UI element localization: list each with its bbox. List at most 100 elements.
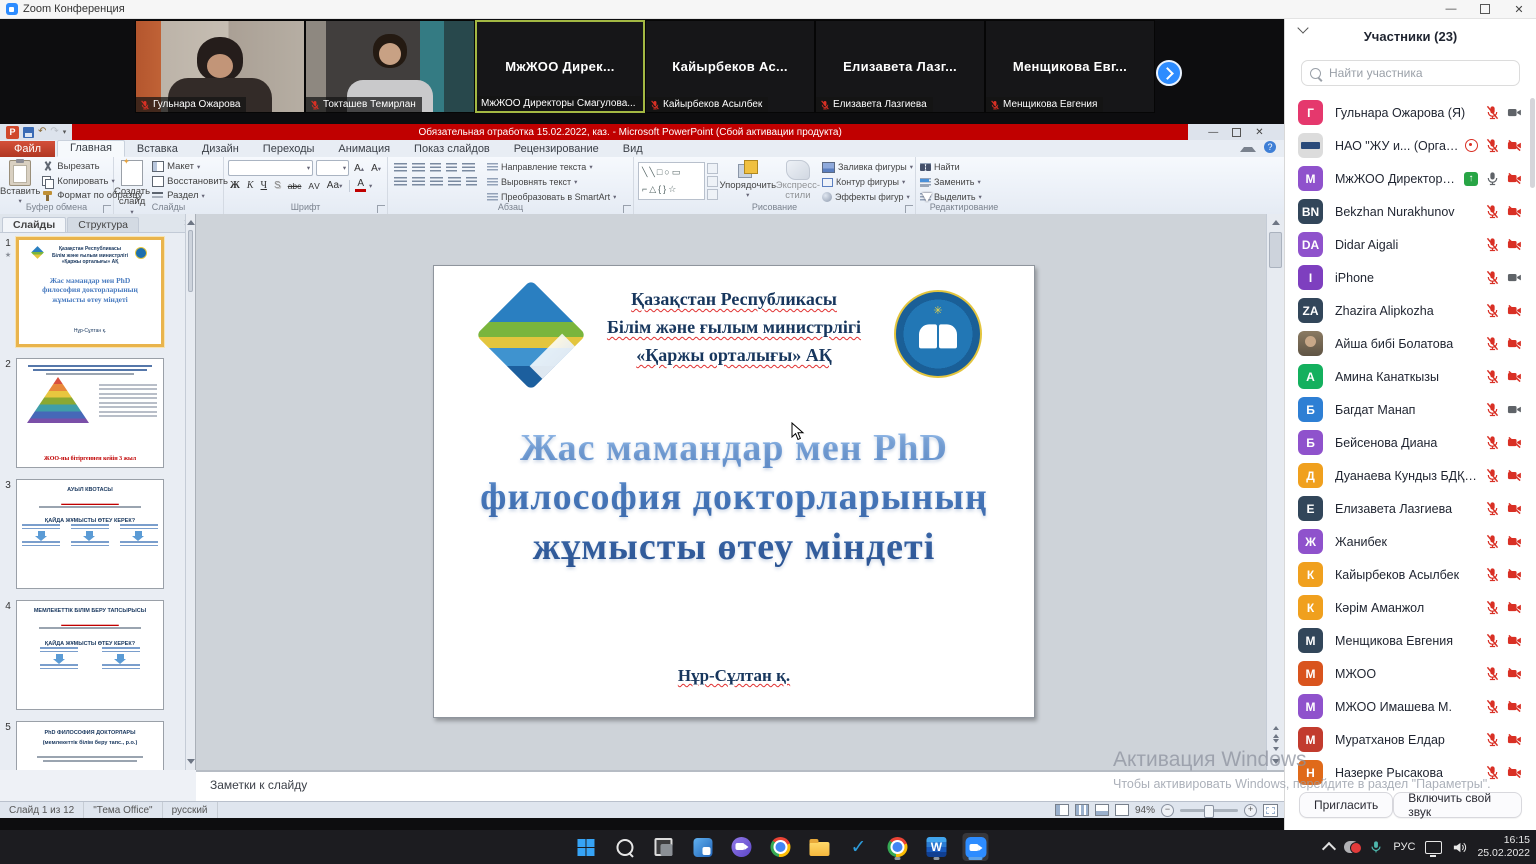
tray-overflow-icon[interactable]: [1322, 842, 1336, 856]
ribbon-tab[interactable]: Вид: [611, 141, 655, 157]
scroll-thumb[interactable]: [1269, 232, 1282, 268]
participant-row[interactable]: ККайырбеков Асылбек: [1285, 558, 1536, 591]
grow-font-button[interactable]: А▴: [352, 163, 366, 174]
layout-button[interactable]: Макет▾: [152, 160, 228, 173]
ribbon-collapse-icon[interactable]: [1240, 142, 1256, 152]
fit-to-window-icon[interactable]: [1263, 804, 1278, 817]
align-center-icon[interactable]: [412, 177, 425, 187]
ribbon-tab[interactable]: Дизайн: [190, 141, 251, 157]
justify-icon[interactable]: [448, 177, 461, 187]
participant-row[interactable]: ЕЕлизавета Лазгиева: [1285, 492, 1536, 525]
strikethrough-button[interactable]: abc: [286, 181, 304, 191]
network-icon[interactable]: [1425, 841, 1442, 854]
ribbon-tab[interactable]: Анимация: [326, 141, 402, 157]
qat-dropdown-icon[interactable]: ▾: [63, 128, 67, 136]
dialog-launcher-icon[interactable]: [905, 205, 913, 213]
invite-button[interactable]: Пригласить: [1299, 792, 1393, 818]
reading-view-icon[interactable]: [1095, 804, 1109, 816]
slide-sorter-icon[interactable]: [1075, 804, 1089, 816]
maximize-button[interactable]: [1468, 0, 1502, 18]
video-tile[interactable]: Токташев Темирлан: [305, 20, 475, 113]
taskview-icon[interactable]: [650, 833, 676, 861]
undo-icon[interactable]: ↶: [38, 127, 46, 137]
vertical-scrollbar[interactable]: [1266, 214, 1284, 770]
numbering-icon[interactable]: [412, 163, 425, 173]
text-direction-button[interactable]: Направление текста▾: [487, 161, 616, 173]
participant-row[interactable]: ДДуанаева Кундыз БДҚ-411: [1285, 459, 1536, 492]
check-icon[interactable]: ✓: [845, 833, 871, 861]
video-tile[interactable]: Кайырбеков Ас...Кайырбеков Асылбек: [645, 20, 815, 113]
ribbon-tab[interactable]: Переходы: [251, 141, 327, 157]
ppt-restore-button[interactable]: [1232, 128, 1241, 137]
ribbon-tab[interactable]: Рецензирование: [502, 141, 611, 157]
dialog-launcher-icon[interactable]: [623, 205, 631, 213]
reset-button[interactable]: Восстановить: [152, 175, 228, 188]
scroll-down-icon[interactable]: [1267, 754, 1284, 770]
ppt-minimize-button[interactable]: —: [1208, 127, 1218, 138]
chrome2-icon[interactable]: [884, 833, 910, 861]
search-box[interactable]: [1301, 60, 1520, 86]
tray-microphone-icon[interactable]: [1369, 840, 1383, 854]
underline-button[interactable]: Ч: [259, 180, 270, 191]
thumbnail-slide-5[interactable]: 5 PhD ФИЛОСОФИЯ ДОКТОРЛАРЫ (мемлекеттік …: [0, 721, 185, 770]
dialog-launcher-icon[interactable]: [103, 205, 111, 213]
video-tile[interactable]: Менщикова Евг...Менщикова Евгения: [985, 20, 1155, 113]
participant-row[interactable]: Айша бибі Болатова: [1285, 327, 1536, 360]
chrome-icon[interactable]: [767, 833, 793, 861]
font-name-select[interactable]: ▾: [228, 160, 313, 176]
participant-row[interactable]: ZAZhazira Alipkozha: [1285, 294, 1536, 327]
zoom-out-button[interactable]: −: [1161, 804, 1174, 817]
previous-slide-button[interactable]: [1267, 722, 1284, 738]
word-icon[interactable]: W: [923, 833, 949, 861]
participant-row[interactable]: ММжЖОО Директоры Смаг...↑: [1285, 162, 1536, 195]
clock[interactable]: 16:15 25.02.2022: [1477, 834, 1530, 860]
align-left-icon[interactable]: [394, 177, 407, 187]
explorer-icon[interactable]: [806, 833, 832, 861]
participants-scrollbar[interactable]: [1530, 98, 1535, 188]
next-slide-button[interactable]: [1267, 738, 1284, 754]
close-button[interactable]: ✕: [1502, 0, 1536, 18]
participant-row[interactable]: НАО "ЖУ и... (Организатор): [1285, 129, 1536, 162]
ribbon-tab[interactable]: Файл: [0, 141, 55, 157]
text-shadow-button[interactable]: S: [272, 180, 283, 191]
tab-slides[interactable]: Слайды: [2, 217, 66, 232]
minimize-button[interactable]: —: [1434, 0, 1468, 18]
replace-button[interactable]: Заменить▾: [920, 176, 982, 188]
video-tile[interactable]: Гульнара Ожарова: [135, 20, 305, 113]
search-input[interactable]: [1327, 65, 1511, 81]
section-button[interactable]: Раздел▾: [152, 189, 228, 202]
participant-row[interactable]: ММуратханов Елдар: [1285, 723, 1536, 756]
volume-icon[interactable]: [1452, 840, 1467, 855]
font-size-select[interactable]: ▾: [316, 160, 349, 176]
powerpoint-icon[interactable]: P: [6, 126, 19, 139]
ribbon-tab[interactable]: Вставка: [125, 141, 190, 157]
search-icon[interactable]: [611, 833, 637, 861]
participant-row[interactable]: ГГульнара Ожарова (Я): [1285, 96, 1536, 129]
arrange-button[interactable]: Упорядочить▾: [720, 159, 776, 200]
thumbnail-slide-1[interactable]: 1★ Қазақстан Республикасы Білім және ғыл…: [0, 237, 185, 347]
next-participants-button[interactable]: [1156, 60, 1182, 86]
zoom-slider[interactable]: [1180, 809, 1238, 812]
thumbnail-scrollbar[interactable]: [185, 214, 195, 770]
start-icon[interactable]: [572, 833, 598, 861]
notes-pane[interactable]: Заметки к слайду: [196, 770, 1284, 801]
save-icon[interactable]: [23, 127, 34, 138]
slide[interactable]: Қазақстан Республикасы Білім және ғылым …: [433, 265, 1035, 718]
participant-row[interactable]: ННазерке Рысакова: [1285, 756, 1536, 789]
participant-row[interactable]: ББагдат Манап: [1285, 393, 1536, 426]
line-spacing-icon[interactable]: [462, 163, 475, 173]
zoom-slider-thumb[interactable]: [1204, 805, 1214, 818]
normal-view-icon[interactable]: [1055, 804, 1069, 816]
video-tile[interactable]: Елизавета Лазг...Елизавета Лазгиева: [815, 20, 985, 113]
ribbon-tab[interactable]: Главная: [57, 140, 125, 157]
decrease-indent-icon[interactable]: [430, 163, 441, 173]
align-text-button[interactable]: Выровнять текст▾: [487, 176, 616, 188]
find-button[interactable]: Найти: [920, 161, 982, 173]
quick-styles-button[interactable]: Экспресс-стили: [776, 159, 820, 202]
scroll-up-icon[interactable]: [1267, 214, 1284, 230]
participant-row[interactable]: BNBekzhan Nurakhunov: [1285, 195, 1536, 228]
ppt-close-button[interactable]: ✕: [1255, 127, 1263, 138]
participant-row[interactable]: IiPhone: [1285, 261, 1536, 294]
slideshow-icon[interactable]: [1115, 804, 1129, 816]
thumbnail-slide-2[interactable]: 2 ЖОО-ны бітіргеннен кейін 3 жыл: [0, 358, 185, 468]
